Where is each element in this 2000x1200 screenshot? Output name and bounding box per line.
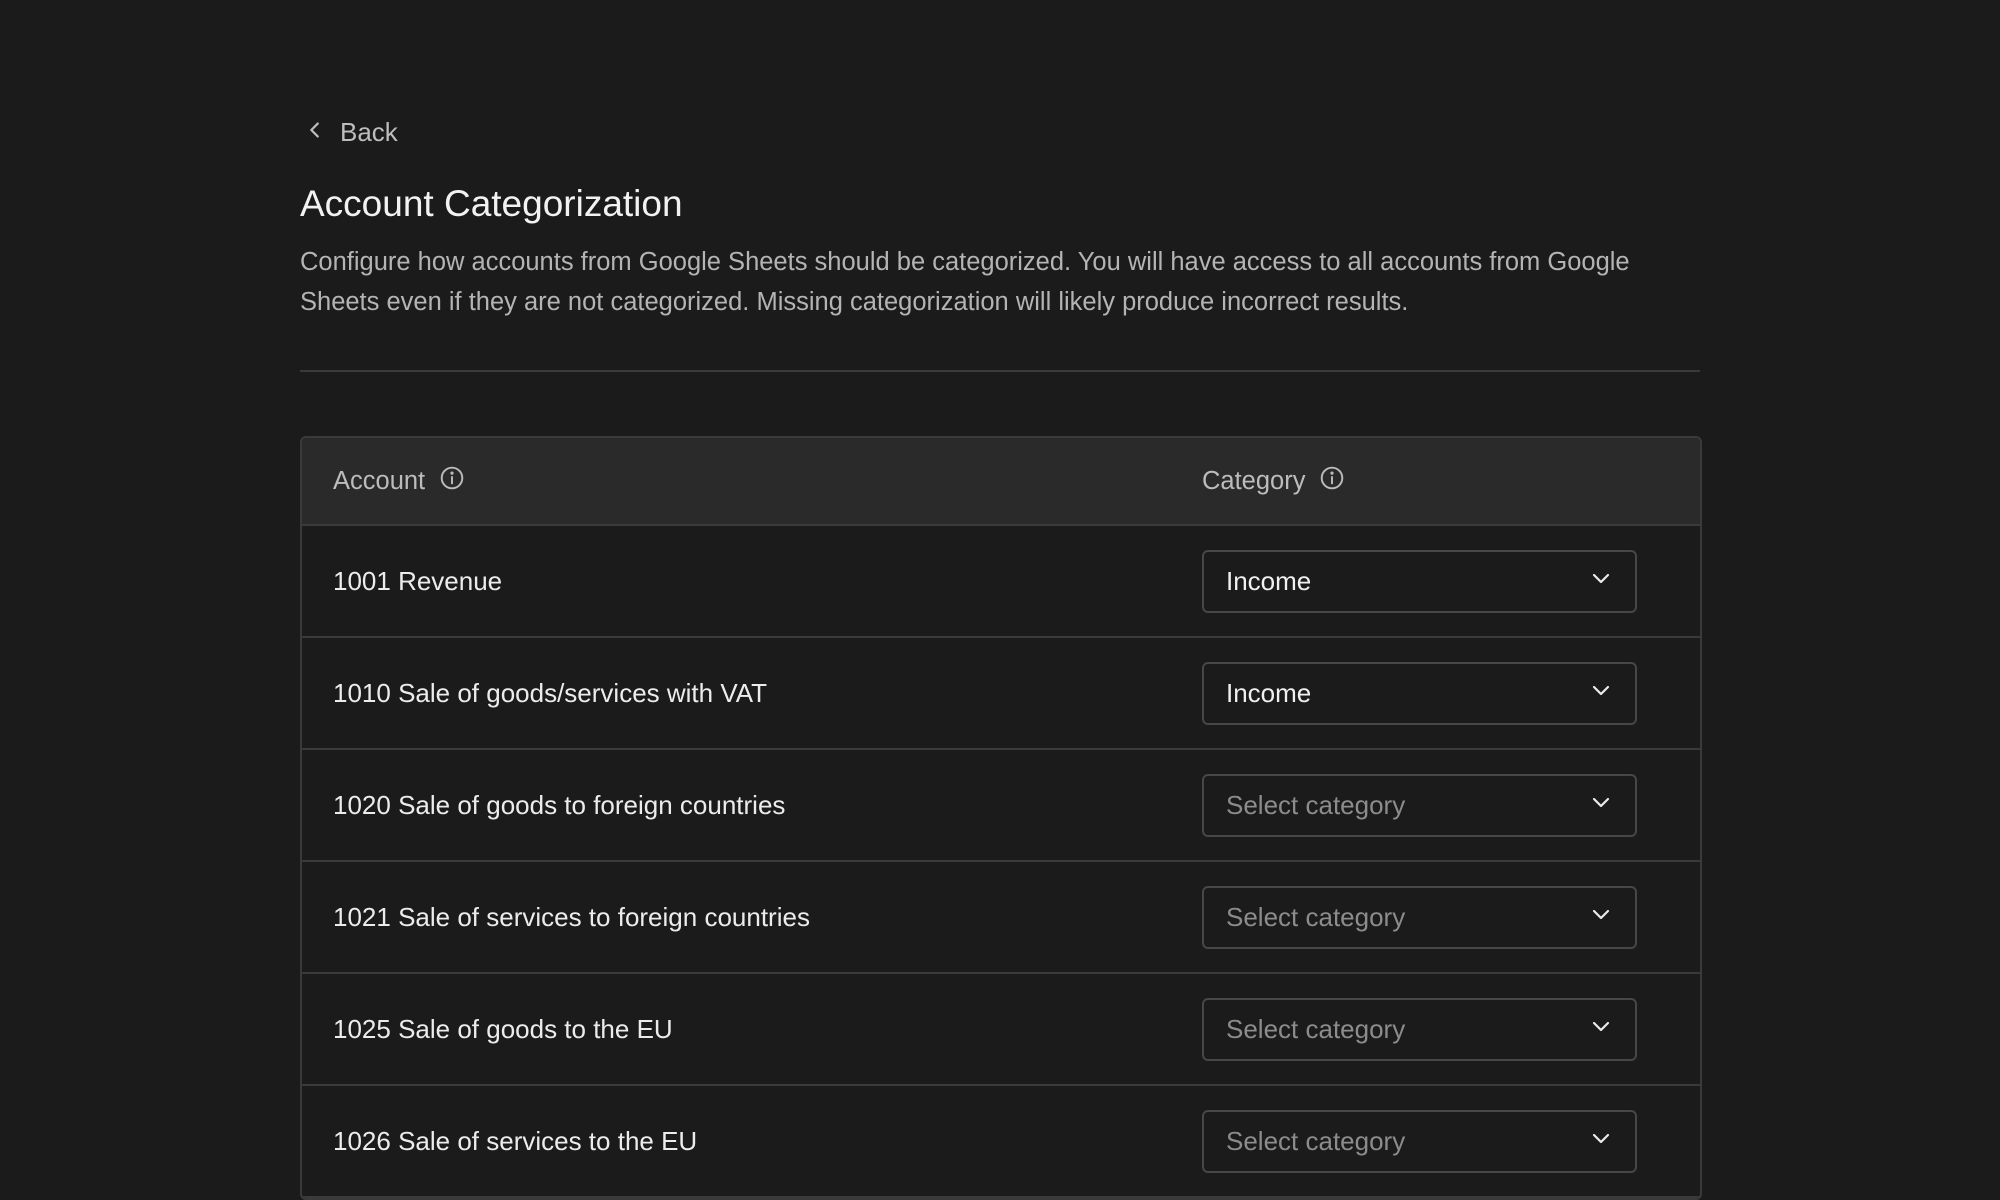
category-select[interactable]: Select category xyxy=(1202,773,1637,837)
table-header: Account Category xyxy=(302,438,1700,527)
page: Back Account Categorization Configure ho… xyxy=(0,0,2000,1200)
chevron-down-icon xyxy=(1589,678,1613,709)
account-name: 1010 Sale of goods/services with VAT xyxy=(333,677,768,708)
category-column-header: Category xyxy=(1202,465,1700,498)
account-name: 1001 Revenue xyxy=(333,565,503,596)
account-column-header: Account xyxy=(302,465,1202,498)
back-label: Back xyxy=(340,116,398,147)
category-cell: Income xyxy=(1202,661,1700,725)
table-row: 1025 Sale of goods to the EU Select cate… xyxy=(302,974,1700,1087)
category-select-value: Income xyxy=(1226,565,1312,596)
chevron-down-icon xyxy=(1589,902,1613,933)
account-name: 1021 Sale of services to foreign countri… xyxy=(333,901,810,932)
back-button[interactable]: Back xyxy=(304,110,398,154)
account-table: Account Category 1001 Revenue Income 101… xyxy=(300,436,1702,1200)
chevron-down-icon xyxy=(1589,1126,1613,1157)
category-cell: Select category xyxy=(1202,773,1700,837)
chevron-left-icon xyxy=(304,117,326,148)
divider xyxy=(300,370,1700,373)
account-name: 1026 Sale of services to the EU xyxy=(333,1125,698,1156)
table-row: 1026 Sale of services to the EU Select c… xyxy=(302,1086,1700,1199)
category-select-placeholder: Select category xyxy=(1226,901,1406,932)
category-select-placeholder: Select category xyxy=(1226,789,1406,820)
category-select[interactable]: Select category xyxy=(1202,1109,1637,1173)
page-title: Account Categorization xyxy=(300,183,683,224)
account-name: 1020 Sale of goods to foreign countries xyxy=(333,789,786,820)
info-icon[interactable] xyxy=(1319,465,1345,498)
account-column-label: Account xyxy=(333,466,426,495)
category-cell: Select category xyxy=(1202,885,1700,949)
category-cell: Select category xyxy=(1202,997,1700,1061)
account-name: 1025 Sale of goods to the EU xyxy=(333,1013,673,1044)
category-cell: Income xyxy=(1202,549,1700,613)
category-cell: Select category xyxy=(1202,1109,1700,1173)
page-description: Configure how accounts from Google Sheet… xyxy=(300,248,1630,317)
category-select-placeholder: Select category xyxy=(1226,1125,1406,1156)
table-row: 1001 Revenue Income xyxy=(302,526,1700,639)
category-column-label: Category xyxy=(1202,466,1306,495)
chevron-down-icon xyxy=(1589,566,1613,597)
table-row: 1020 Sale of goods to foreign countries … xyxy=(302,750,1700,863)
table-row: 1021 Sale of services to foreign countri… xyxy=(302,862,1700,975)
category-select[interactable]: Income xyxy=(1202,549,1637,613)
main-content: Back Account Categorization Configure ho… xyxy=(300,110,1702,1200)
info-icon[interactable] xyxy=(439,465,465,498)
category-select[interactable]: Income xyxy=(1202,661,1637,725)
chevron-down-icon xyxy=(1589,790,1613,821)
table-row: 1010 Sale of goods/services with VAT Inc… xyxy=(302,638,1700,751)
category-select-value: Income xyxy=(1226,677,1312,708)
category-select-placeholder: Select category xyxy=(1226,1013,1406,1044)
category-select[interactable]: Select category xyxy=(1202,997,1637,1061)
category-select[interactable]: Select category xyxy=(1202,885,1637,949)
chevron-down-icon xyxy=(1589,1014,1613,1045)
